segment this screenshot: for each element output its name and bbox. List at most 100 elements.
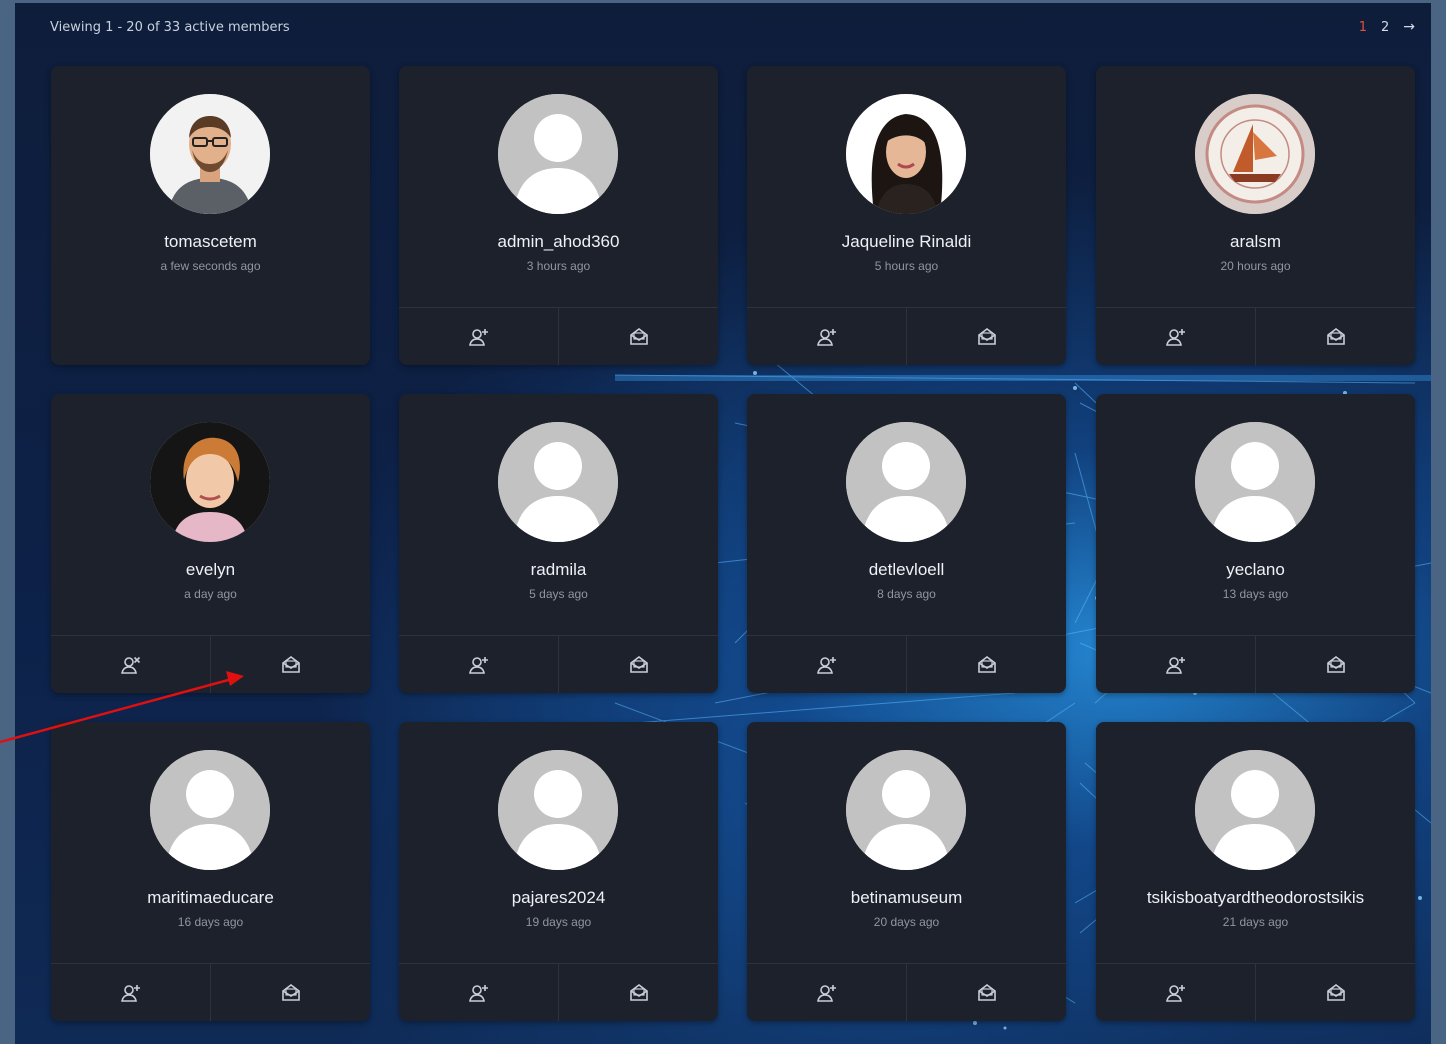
add-friend-button[interactable] (747, 964, 906, 1021)
add-friend-button[interactable] (747, 308, 906, 365)
envelope-icon (629, 655, 648, 673)
member-card: betinamuseum 20 days ago (747, 722, 1066, 1021)
last-active-time: 20 hours ago (1220, 259, 1291, 273)
member-avatar[interactable] (150, 750, 270, 870)
envelope-icon (977, 327, 996, 345)
members-toolbar: Viewing 1 - 20 of 33 active members 1 2 … (50, 17, 1415, 37)
member-name-link[interactable]: maritimaeducare (51, 888, 370, 908)
members-directory-panel: Viewing 1 - 20 of 33 active members 1 2 … (15, 3, 1431, 1044)
member-name-link[interactable]: radmila (399, 560, 718, 580)
send-message-button[interactable] (906, 964, 1066, 1021)
add-friend-button[interactable] (399, 636, 558, 693)
member-name-link[interactable]: tomascetem (51, 232, 370, 252)
add-friend-button[interactable] (51, 964, 210, 1021)
member-name-link[interactable]: betinamuseum (747, 888, 1066, 908)
member-avatar[interactable] (1195, 94, 1315, 214)
member-actions (51, 635, 370, 693)
member-name-link[interactable]: yeclano (1096, 560, 1415, 580)
member-card: tomascetem a few seconds ago (51, 66, 370, 365)
add-user-icon (468, 656, 488, 674)
cancel-friend-request-button[interactable] (51, 636, 210, 693)
member-avatar[interactable] (150, 422, 270, 542)
add-friend-button[interactable] (747, 636, 906, 693)
member-avatar[interactable] (150, 94, 270, 214)
member-actions (747, 635, 1066, 693)
send-message-button[interactable] (210, 636, 370, 693)
envelope-icon (977, 983, 996, 1001)
last-active-time: 13 days ago (1222, 587, 1289, 601)
add-user-icon (1165, 984, 1185, 1002)
last-active-time: 21 days ago (1222, 915, 1289, 929)
envelope-icon (629, 327, 648, 345)
member-avatar[interactable] (1195, 750, 1315, 870)
send-message-button[interactable] (1255, 308, 1415, 365)
member-actions (399, 307, 718, 365)
member-actions (1096, 307, 1415, 365)
member-avatar[interactable] (498, 750, 618, 870)
envelope-icon (1326, 327, 1345, 345)
member-name-link[interactable]: aralsm (1096, 232, 1415, 252)
member-avatar[interactable] (846, 422, 966, 542)
envelope-icon (629, 983, 648, 1001)
send-message-button[interactable] (1255, 964, 1415, 1021)
avatar-image (498, 422, 618, 542)
add-user-icon (120, 984, 140, 1002)
add-friend-button[interactable] (399, 308, 558, 365)
send-message-button[interactable] (1255, 636, 1415, 693)
member-card: tsikisboatyardtheodorostsikis 21 days ag… (1096, 722, 1415, 1021)
add-friend-button[interactable] (1096, 636, 1255, 693)
envelope-icon (977, 655, 996, 673)
last-active-time: 20 days ago (873, 915, 940, 929)
send-message-button[interactable] (558, 636, 718, 693)
member-card: radmila 5 days ago (399, 394, 718, 693)
add-user-icon (468, 984, 488, 1002)
send-message-button[interactable] (906, 308, 1066, 365)
member-actions (747, 963, 1066, 1021)
member-avatar[interactable] (846, 750, 966, 870)
last-active-time: 3 hours ago (526, 259, 591, 273)
avatar-image (1195, 94, 1315, 214)
avatar-image (846, 750, 966, 870)
member-avatar[interactable] (498, 94, 618, 214)
member-actions (399, 963, 718, 1021)
next-page-arrow-icon[interactable]: → (1403, 19, 1415, 35)
envelope-icon (281, 983, 300, 1001)
member-actions (1096, 963, 1415, 1021)
member-card: detlevloell 8 days ago (747, 394, 1066, 693)
member-name-link[interactable]: evelyn (51, 560, 370, 580)
pagination: 1 2 → (1359, 19, 1415, 35)
add-user-icon (816, 656, 836, 674)
add-user-icon (468, 328, 488, 346)
page-1-link[interactable]: 1 (1359, 20, 1367, 35)
member-name-link[interactable]: detlevloell (747, 560, 1066, 580)
add-friend-button[interactable] (399, 964, 558, 1021)
member-card: evelyn a day ago (51, 394, 370, 693)
send-message-button[interactable] (558, 308, 718, 365)
member-avatar[interactable] (846, 94, 966, 214)
add-user-icon (1165, 656, 1185, 674)
add-friend-button[interactable] (1096, 308, 1255, 365)
add-friend-button[interactable] (1096, 964, 1255, 1021)
send-message-button[interactable] (210, 964, 370, 1021)
avatar-image (150, 750, 270, 870)
last-active-time: 5 days ago (529, 587, 588, 601)
member-actions (1096, 635, 1415, 693)
send-message-button[interactable] (558, 964, 718, 1021)
member-name-link[interactable]: pajares2024 (399, 888, 718, 908)
member-avatar[interactable] (1195, 422, 1315, 542)
member-actions (51, 963, 370, 1021)
avatar-image (1195, 750, 1315, 870)
member-card: pajares2024 19 days ago (399, 722, 718, 1021)
send-message-button[interactable] (906, 636, 1066, 693)
member-avatar[interactable] (498, 422, 618, 542)
member-card: maritimaeducare 16 days ago (51, 722, 370, 1021)
member-name-link[interactable]: tsikisboatyardtheodorostsikis (1096, 888, 1415, 908)
member-card: yeclano 13 days ago (1096, 394, 1415, 693)
member-name-link[interactable]: admin_ahod360 (399, 232, 718, 252)
add-user-icon (1165, 328, 1185, 346)
avatar-image (498, 750, 618, 870)
avatar-image (150, 422, 270, 542)
page-2-link[interactable]: 2 (1381, 20, 1389, 35)
avatar-image (498, 94, 618, 214)
member-name-link[interactable]: Jaqueline Rinaldi (747, 232, 1066, 252)
